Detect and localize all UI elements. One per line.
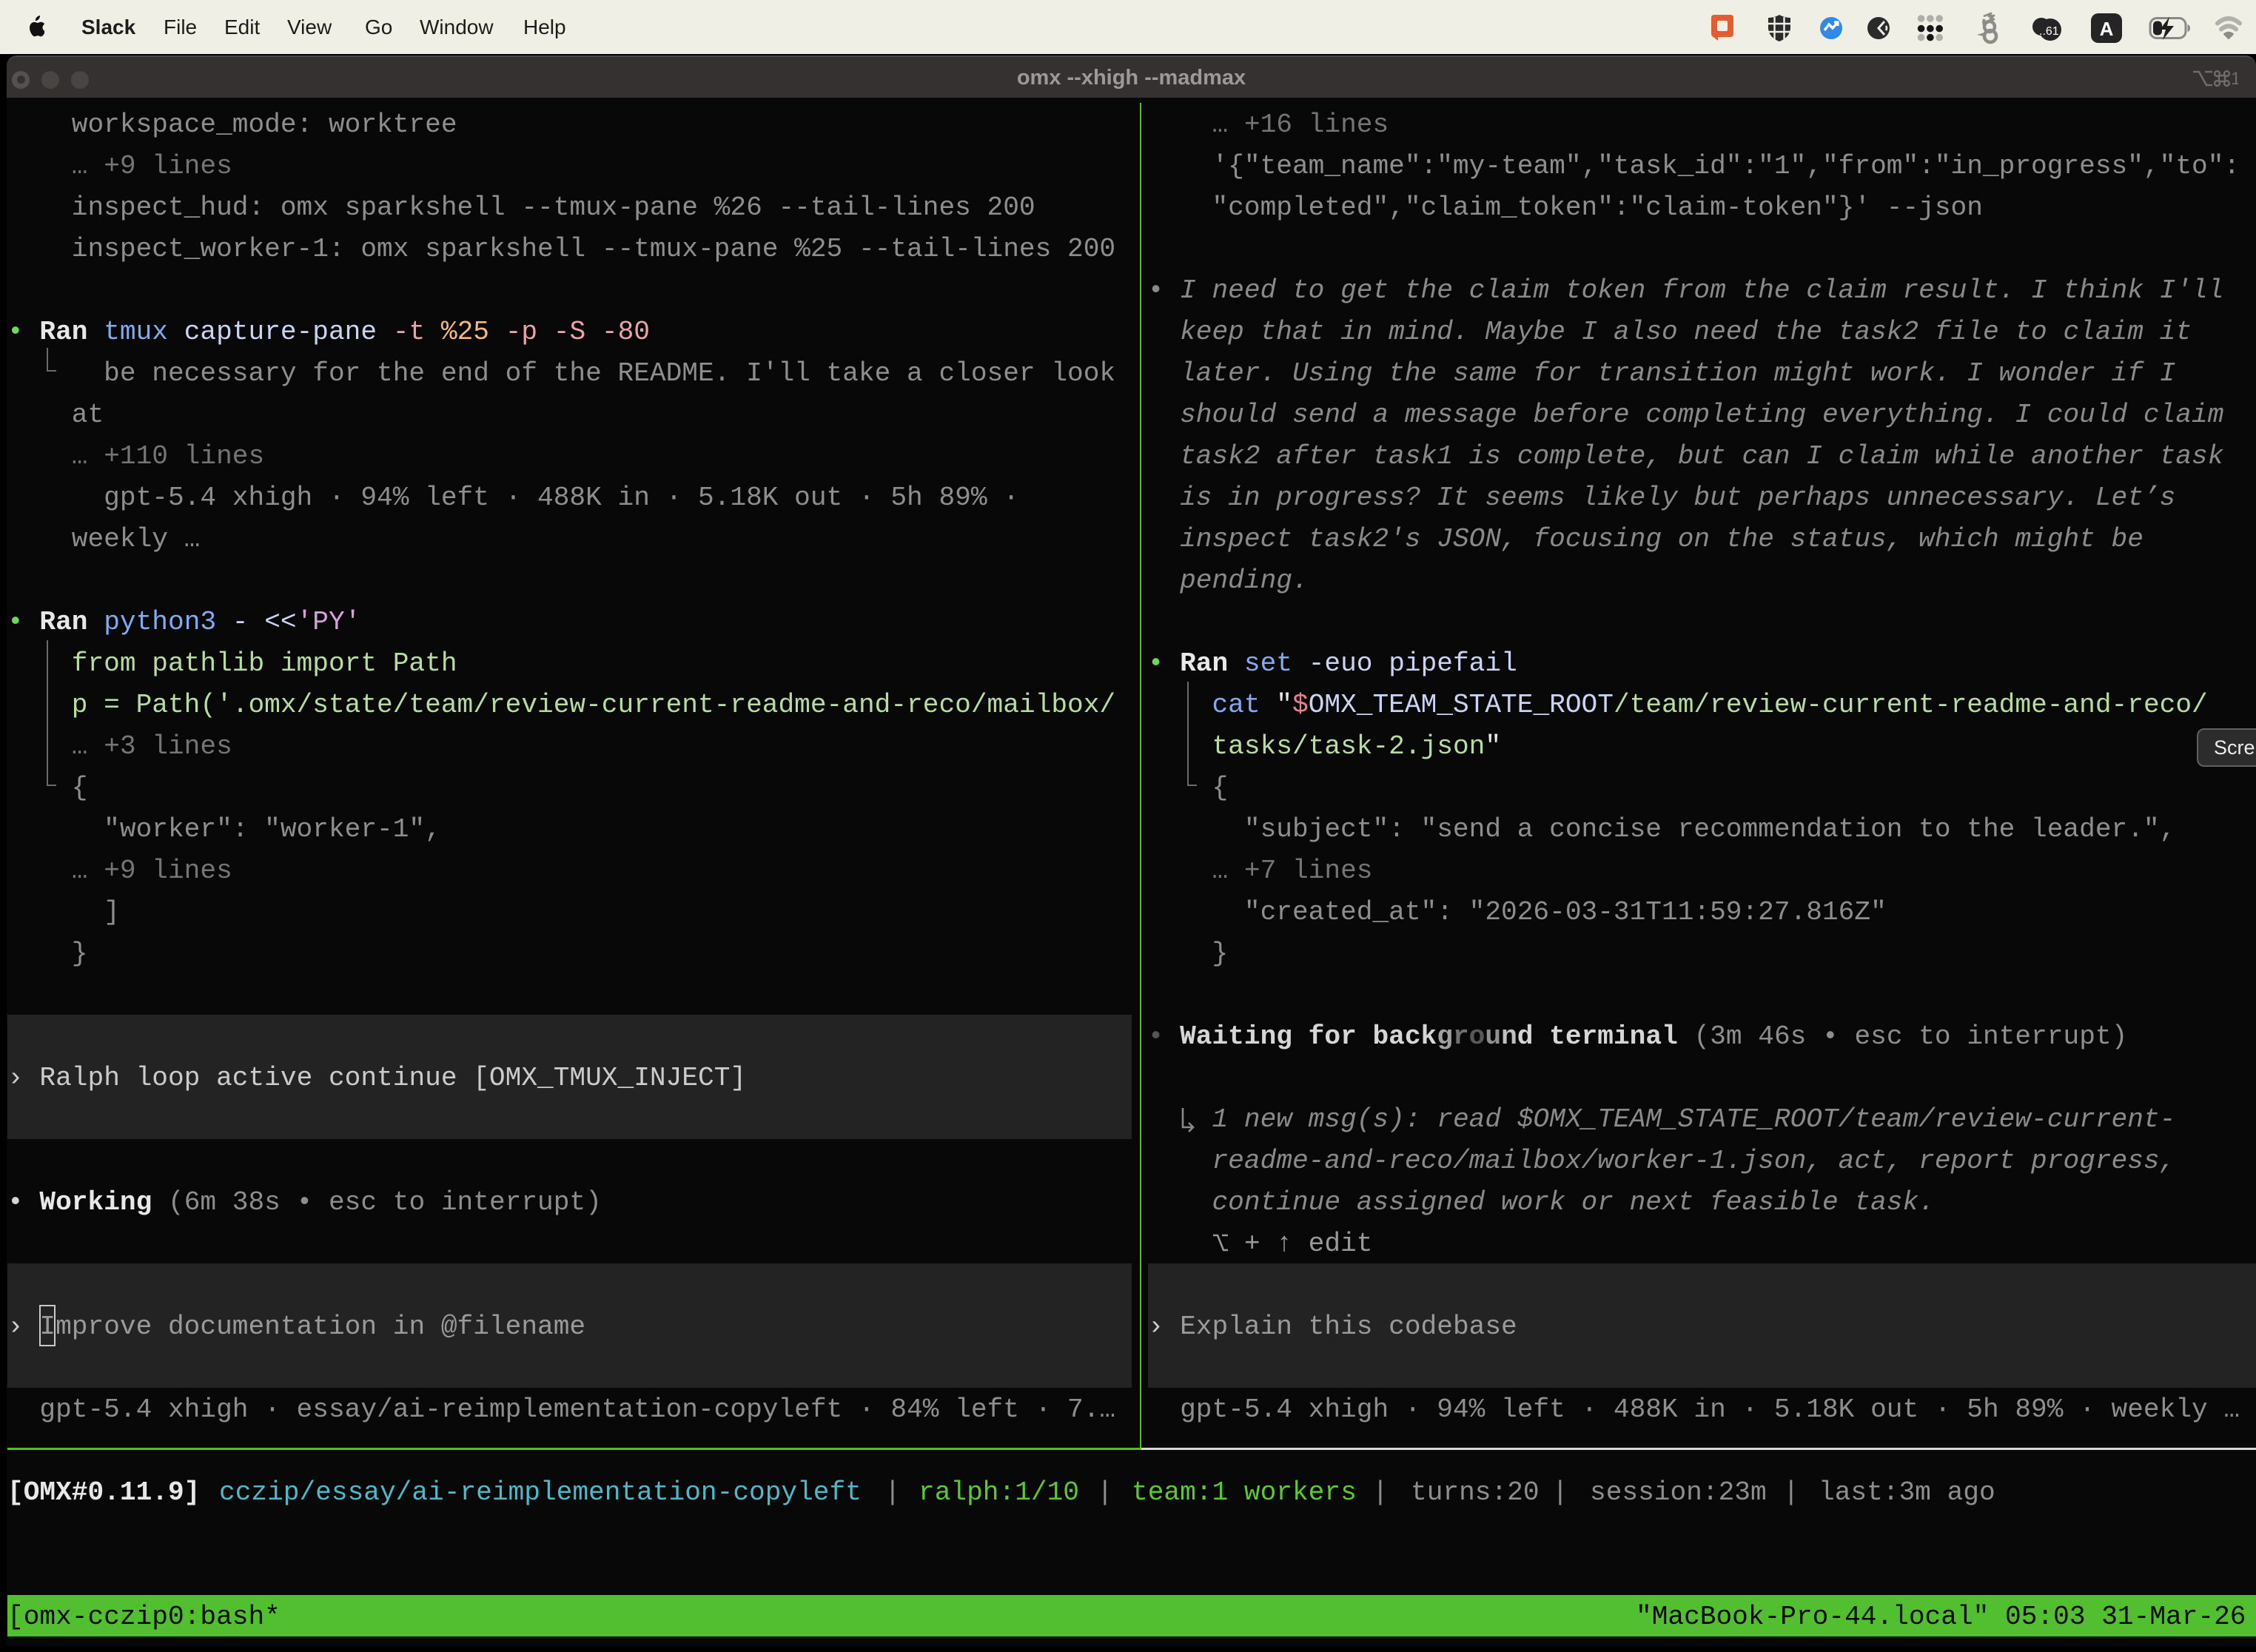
svg-text:1: 1 (2231, 69, 2238, 89)
svg-text:..61: ..61 (2039, 25, 2059, 38)
svg-text:A: A (2100, 18, 2114, 40)
